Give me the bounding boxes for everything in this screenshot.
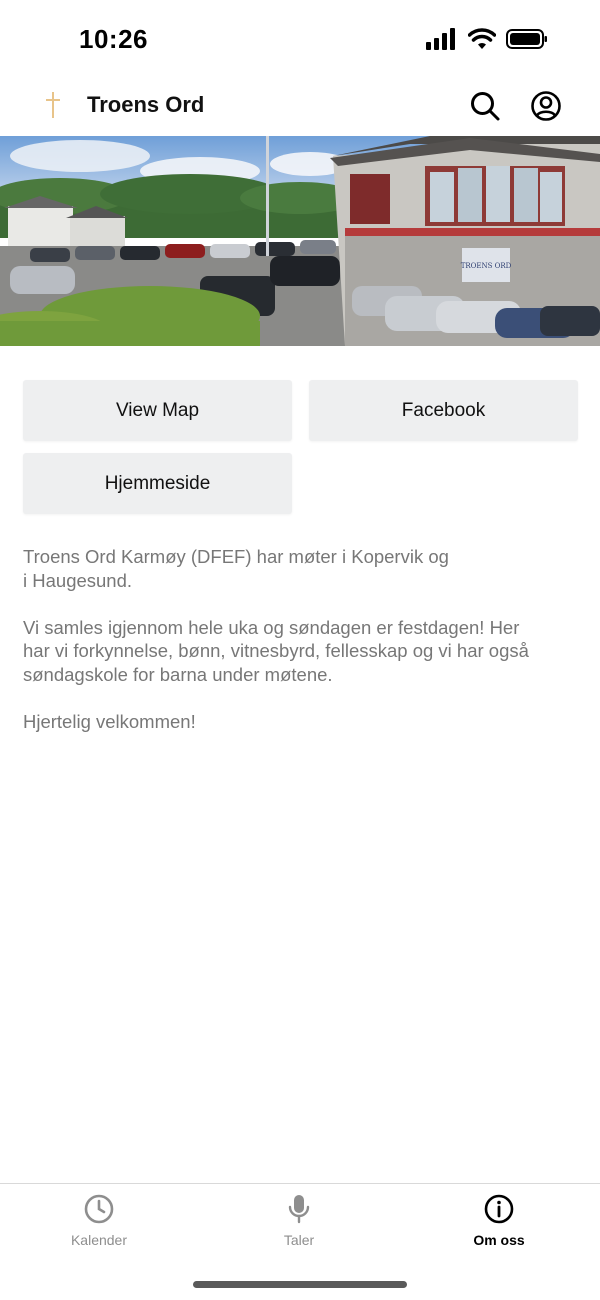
description-line: Hjertelig velkommen! [23, 710, 196, 732]
description-paragraph: Vi samles igjennom hele uka og søndagen … [23, 616, 583, 687]
status-bar: 10:26 [0, 0, 600, 76]
description-line: har vi forkynnelse, bønn, vitnesbyrd, fe… [23, 640, 529, 661]
search-icon [471, 92, 500, 121]
description-line: Vi samles igjennom hele uka og søndagen … [23, 616, 520, 638]
description-paragraph: Hjertelig velkommen! [23, 710, 583, 734]
microphone-icon [282, 1192, 316, 1226]
description: Troens Ord Karmøy (DFEF) har møter i Kop… [23, 545, 583, 757]
wifi-icon [468, 28, 496, 49]
tab-om-oss[interactable]: Om oss [439, 1192, 559, 1252]
cellular-signal-icon [426, 28, 455, 50]
tab-label: Kalender [70, 1232, 128, 1248]
tab-label: Taler [283, 1232, 315, 1248]
app-header: Troens Ord [0, 76, 600, 136]
tab-kalender[interactable]: Kalender [39, 1192, 159, 1252]
clock-icon [82, 1192, 116, 1226]
account-icon [531, 91, 561, 121]
description-line: i Haugesund. [23, 569, 133, 591]
search-button[interactable] [467, 88, 503, 124]
tab-label: Om oss [473, 1232, 525, 1248]
homepage-button[interactable]: Hjemmeside [23, 453, 292, 514]
app-title: Troens Ord [87, 92, 205, 117]
facebook-button[interactable]: Facebook [309, 380, 578, 441]
view-map-button[interactable]: View Map [23, 380, 292, 441]
status-icons [426, 28, 548, 50]
cross-logo-icon [46, 92, 60, 118]
info-icon [482, 1192, 516, 1226]
church-photo: TROENS ORD [0, 136, 600, 346]
description-line: Troens Ord Karmøy (DFEF) har møter i Kop… [23, 546, 449, 567]
description-line: søndagskole for barna under møtene. [23, 663, 333, 685]
tab-taler[interactable]: Taler [239, 1192, 359, 1252]
description-paragraph: Troens Ord Karmøy (DFEF) har møter i Kop… [23, 545, 583, 592]
sign-text: TROENS ORD [461, 262, 512, 270]
home-indicator [193, 1281, 407, 1288]
status-time: 10:26 [79, 24, 148, 54]
account-button[interactable] [528, 88, 564, 124]
battery-icon [506, 29, 547, 49]
